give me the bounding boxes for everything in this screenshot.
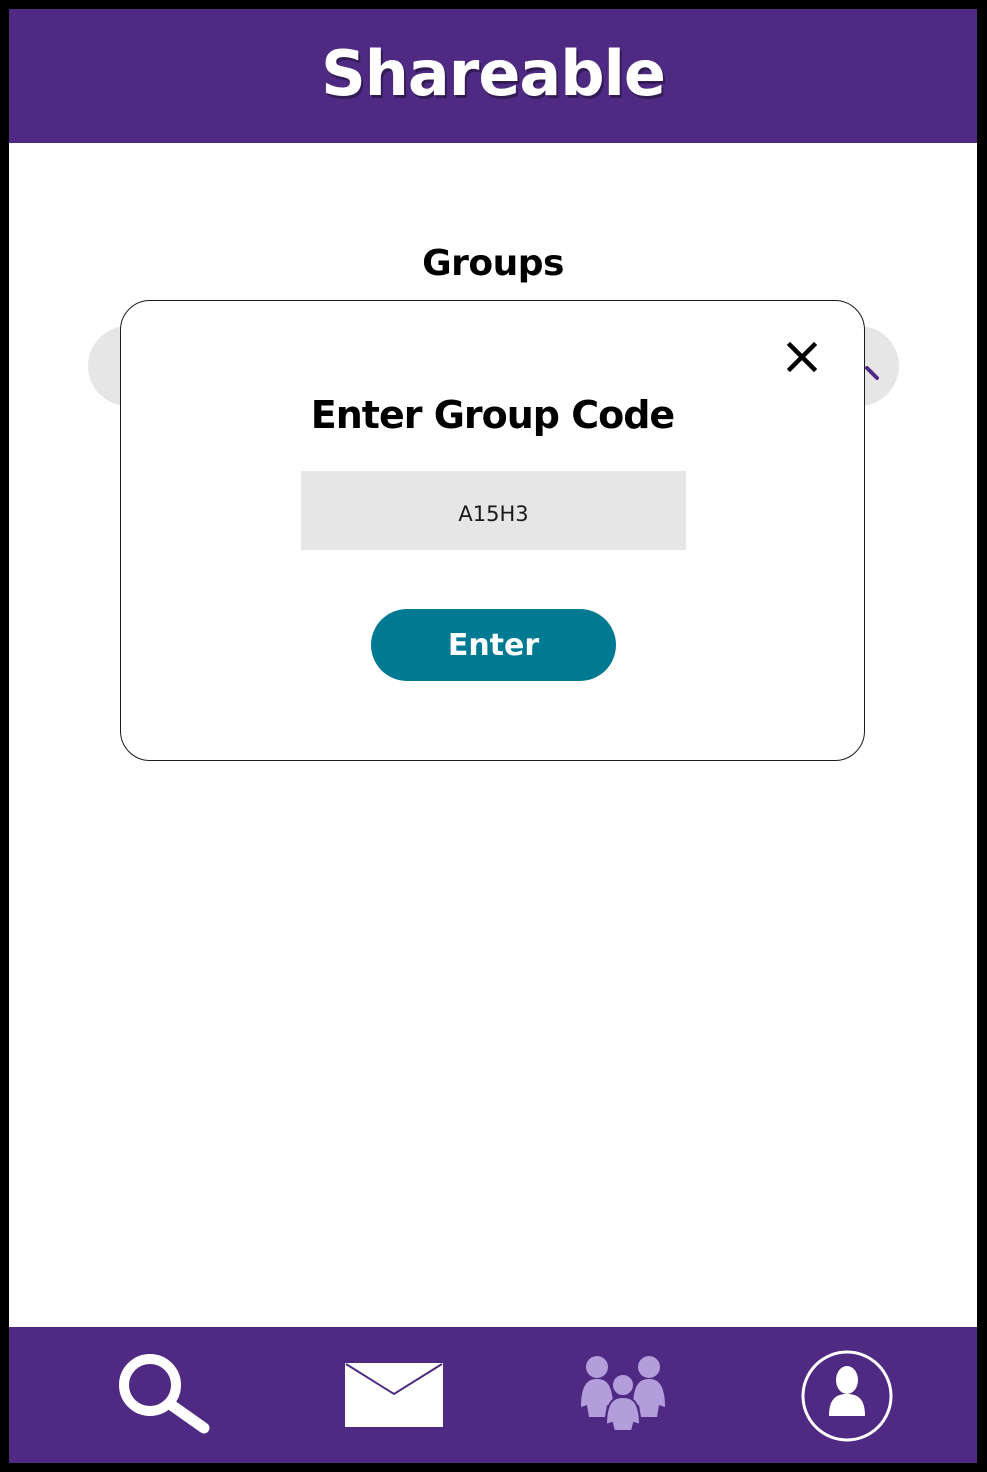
group-code-input[interactable] <box>301 471 686 550</box>
people-group-icon[interactable] <box>581 1355 665 1431</box>
mail-icon[interactable] <box>344 1362 444 1428</box>
bottom-nav <box>9 1327 977 1463</box>
enter-button[interactable]: Enter <box>371 609 616 681</box>
page-title: Groups <box>422 243 564 284</box>
enter-group-code-modal: Enter Group Code Enter <box>120 300 865 761</box>
search-bar-icon <box>865 366 879 380</box>
search-icon[interactable] <box>112 1352 212 1434</box>
app-title: Shareable <box>321 36 666 110</box>
app-header: Shareable <box>9 9 977 143</box>
close-icon[interactable] <box>784 339 820 375</box>
modal-title: Enter Group Code <box>310 393 675 437</box>
app-frame: Shareable Groups Enter Group Code Enter <box>9 9 977 1463</box>
user-profile-icon[interactable] <box>801 1350 893 1442</box>
